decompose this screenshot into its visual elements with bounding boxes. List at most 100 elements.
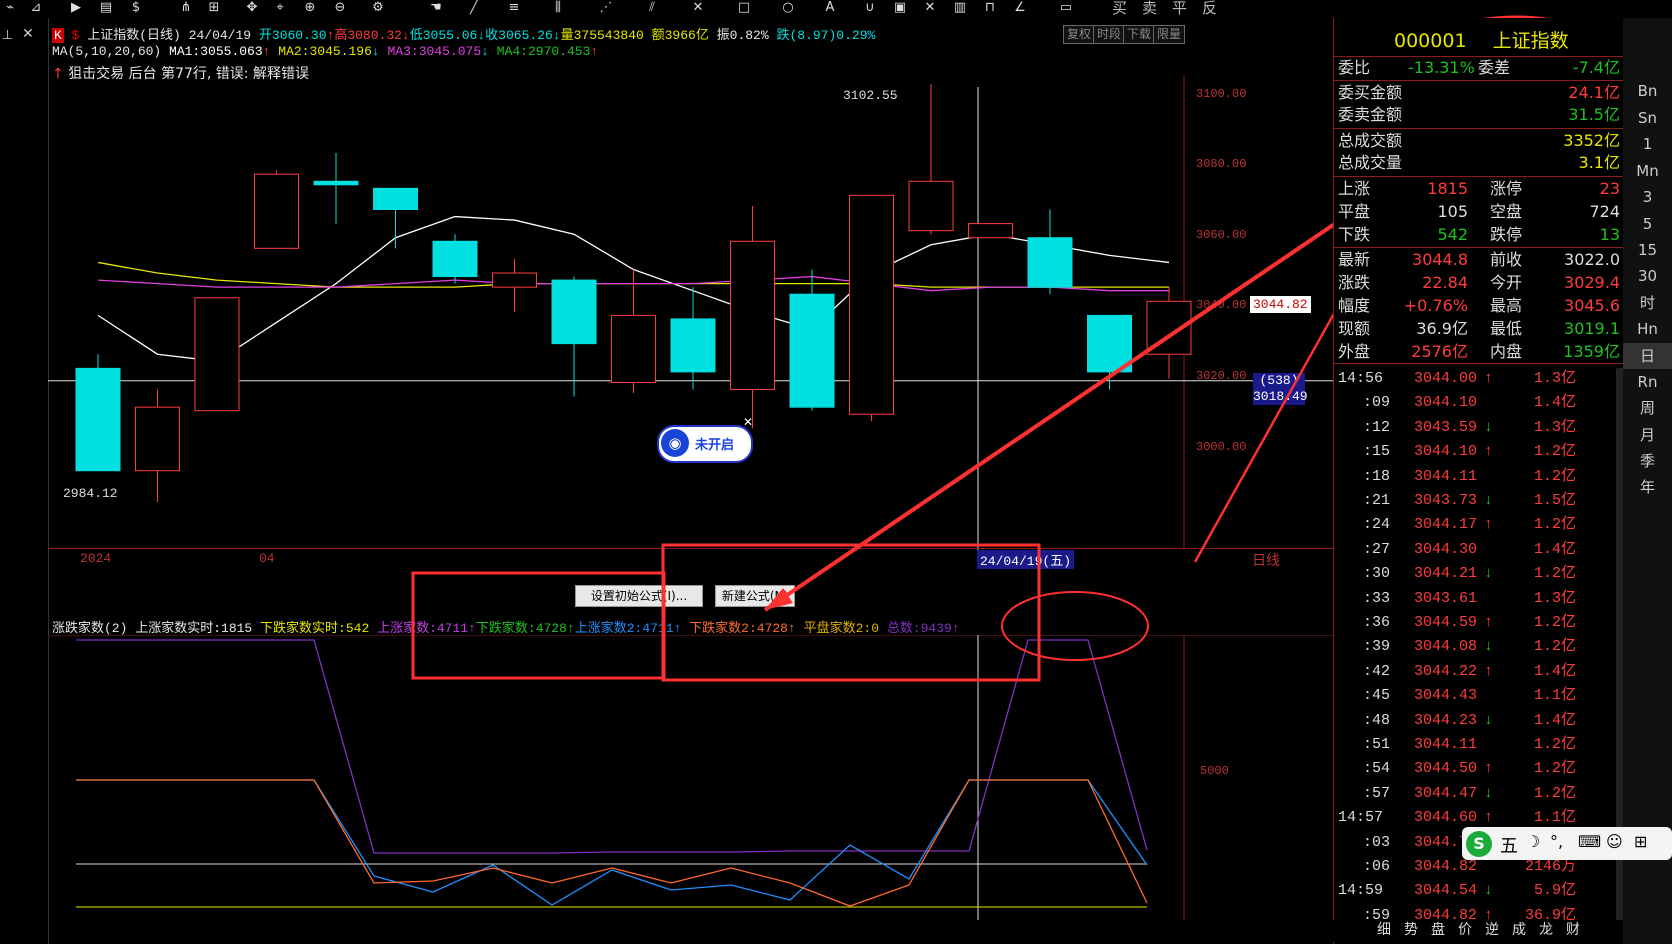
bottom-tab[interactable]: 细 (1371, 920, 1397, 940)
keyboard-icon[interactable]: ⌨ (1578, 832, 1601, 851)
bottom-tab[interactable]: 盘 (1425, 920, 1451, 940)
period-item[interactable]: 1 (1623, 131, 1672, 157)
bars-icon[interactable]: ⫼ (550, 0, 566, 16)
candle-body[interactable] (75, 367, 121, 472)
letter-a-icon[interactable]: A (822, 0, 838, 16)
period-button[interactable]: 时段 (1093, 25, 1126, 44)
hand-icon[interactable]: ☚ (428, 0, 444, 16)
period-item[interactable]: Mn (1623, 158, 1672, 184)
circle-icon[interactable]: ○ (780, 0, 796, 16)
period-item[interactable]: 时 (1623, 290, 1672, 316)
grid-menu-icon[interactable]: ⊞ (1634, 832, 1647, 851)
cross-lines-icon[interactable]: ✕ (690, 0, 706, 16)
candle-body[interactable] (551, 279, 597, 345)
text-tool-icon[interactable]: ≡ (506, 0, 522, 16)
tick-volume: 1.1亿 (1533, 687, 1576, 705)
candle-body[interactable] (313, 180, 359, 186)
bottom-tab[interactable]: 财 (1560, 920, 1586, 940)
bottom-tab[interactable]: 价 (1452, 920, 1478, 940)
limit-button[interactable]: 限量 (1153, 25, 1186, 44)
period-item[interactable]: Rn (1623, 369, 1672, 395)
candle-body[interactable] (849, 194, 894, 415)
period-item[interactable]: 5 (1623, 211, 1672, 237)
not-open-badge[interactable]: ◉ 未开启 ✕ (657, 415, 753, 463)
candle-body[interactable] (373, 187, 418, 210)
indicator-chart[interactable] (48, 635, 1333, 920)
move-icon[interactable]: ✥ (244, 0, 260, 16)
download-button[interactable]: 下载 (1123, 25, 1156, 44)
period-item[interactable]: 年 (1623, 474, 1672, 500)
user-icon[interactable]: ☺ (1606, 832, 1623, 851)
gear-icon[interactable]: ⚙ (370, 0, 386, 16)
period-item[interactable]: 周 (1623, 395, 1672, 421)
divider (1334, 80, 1624, 81)
document-icon[interactable]: ▤ (98, 0, 114, 16)
new-formula-button[interactable]: 新建公式(N) (715, 585, 795, 607)
reset-formula-button[interactable]: 设置初始公式(I)... (575, 585, 703, 607)
candle-body[interactable] (670, 318, 716, 373)
crosshair-icon[interactable]: ⌖ (272, 0, 288, 16)
period-item[interactable]: Hn (1623, 316, 1672, 342)
zoom-out-icon[interactable]: ⊖ (332, 0, 348, 16)
chart-icon[interactable]: ⌁ (2, 0, 18, 16)
candle-body[interactable] (492, 272, 537, 288)
candle-body[interactable] (908, 180, 954, 232)
candle-body[interactable] (432, 240, 478, 278)
lock-icon[interactable]: ⊓ (982, 0, 998, 16)
buy-button[interactable]: 买 (1112, 0, 1127, 16)
save-icon[interactable]: ▣ (892, 0, 908, 16)
candle-body[interactable] (1146, 300, 1192, 355)
channel-icon[interactable]: ⫽ (644, 0, 660, 16)
period-item[interactable]: 15 (1623, 237, 1672, 263)
bottom-tab[interactable]: 成 (1506, 920, 1532, 940)
period-item[interactable]: 日 (1623, 343, 1672, 369)
close-icon[interactable]: ✕ (22, 26, 34, 42)
bottom-tab[interactable]: 龙 (1533, 920, 1559, 940)
rect-icon[interactable]: □ (736, 0, 752, 16)
play-icon[interactable]: ▶ (68, 0, 84, 16)
zoom-in-icon[interactable]: ⊕ (302, 0, 318, 16)
candle-body[interactable] (254, 173, 299, 249)
magnet-icon[interactable]: ∪ (862, 0, 878, 16)
period-item[interactable]: 30 (1623, 263, 1672, 289)
adjust-button[interactable]: 复权 (1063, 25, 1096, 44)
period-item[interactable]: 季 (1623, 448, 1672, 474)
candle-body[interactable] (730, 240, 775, 391)
trash-icon[interactable]: ▥ (952, 0, 968, 16)
period-item[interactable]: Bn (1623, 78, 1672, 104)
close-icon[interactable]: ✕ (743, 415, 753, 429)
bottom-tab[interactable]: 势 (1398, 920, 1424, 940)
fork-icon[interactable]: ⋔ (178, 0, 194, 16)
punctuation-icon[interactable]: °, (1550, 832, 1563, 851)
bottom-tab[interactable]: 逆 (1479, 920, 1505, 940)
line-chart-icon[interactable]: ⊿ (28, 0, 44, 16)
pin-icon[interactable]: ⊥ (2, 28, 13, 43)
k-badge[interactable]: K (52, 28, 64, 43)
fan-icon[interactable]: ⋰ (598, 0, 614, 16)
candle-body[interactable] (611, 314, 656, 383)
tick-volume: 1.4亿 (1533, 662, 1576, 680)
period-item[interactable]: 月 (1623, 422, 1672, 448)
period-item[interactable]: 3 (1623, 184, 1672, 210)
candle-body[interactable] (135, 406, 180, 472)
pen-icon[interactable]: ∠ (1012, 0, 1028, 16)
moon-icon[interactable]: ☽ (1526, 832, 1540, 851)
ime-mode-label[interactable]: 五 (1500, 832, 1518, 858)
candle-body[interactable] (194, 297, 240, 412)
candle-body[interactable] (1087, 314, 1132, 373)
close-x-icon[interactable]: ✕ (922, 0, 938, 16)
candle-body[interactable] (789, 293, 835, 408)
reverse-button[interactable]: 反 (1202, 0, 1217, 16)
sell-button[interactable]: 卖 (1142, 0, 1157, 16)
ime-toolbar[interactable]: S 五 ☽ °, ⌨ ☺ ⊞ (1462, 827, 1672, 860)
candle-body[interactable] (968, 223, 1013, 239)
clipboard-icon[interactable]: ▭ (1058, 0, 1074, 16)
candle-body[interactable] (1027, 237, 1073, 288)
price-label: 最高 (1490, 296, 1523, 315)
close-position-button[interactable]: 平 (1172, 0, 1187, 16)
kline-chart[interactable] (48, 75, 1333, 595)
dollar-icon[interactable]: $ (128, 0, 144, 16)
period-item[interactable]: Sn (1623, 105, 1672, 131)
grid-icon[interactable]: ⊞ (206, 0, 222, 16)
draw-line-icon[interactable]: ╱ (466, 0, 482, 16)
